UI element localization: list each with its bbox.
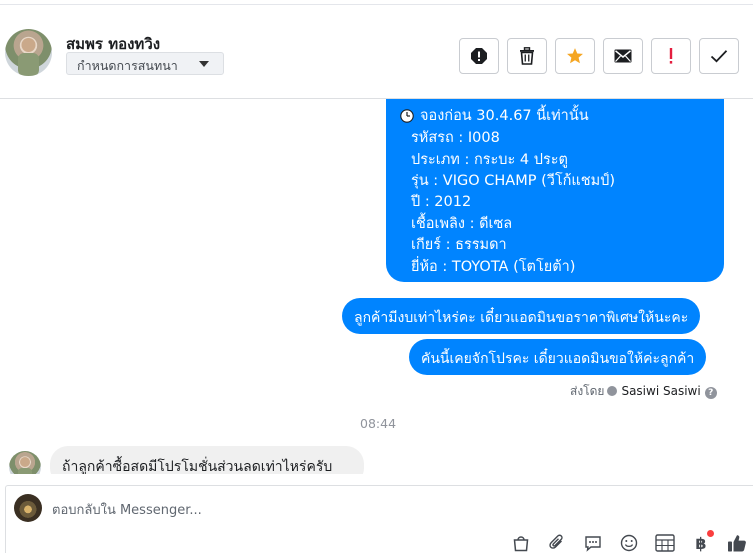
paperclip-icon	[549, 534, 563, 549]
sent-message-bubble: ลูกค้ามีงบเท่าไหร่คะ เดี๋ยวแอดมินขอราคาพ…	[342, 298, 701, 334]
saved-replies-button[interactable]	[582, 532, 604, 554]
shop-button[interactable]	[510, 532, 532, 554]
sent-by-name[interactable]: Sasiwi Sasiwi	[621, 384, 700, 398]
exclamation-icon	[669, 48, 673, 64]
message-thread[interactable]: จองก่อน 30.4.67 นี้เท่านั้น รหัสรถ : I00…	[0, 99, 753, 474]
deadline-line: จองก่อน 30.4.67 นี้เท่านั้น	[400, 104, 589, 127]
person-photo-icon	[18, 38, 39, 76]
spam-icon	[471, 48, 487, 64]
calculator-icon	[655, 534, 675, 552]
envelope-icon	[614, 49, 632, 63]
listing-message-bubble: จองก่อน 30.4.67 นี้เท่านั้น รหัสรถ : I00…	[386, 99, 724, 282]
follow-up-button[interactable]	[651, 38, 691, 74]
baht-icon: ฿	[695, 533, 707, 553]
sent-status-icon	[607, 386, 618, 396]
notification-dot	[707, 530, 714, 537]
caret-down-icon	[199, 61, 209, 67]
attach-button[interactable]	[546, 532, 568, 554]
deadline-text: จองก่อน 30.4.67 นี้เท่านั้น	[420, 108, 589, 124]
listing-line: ปี : 2012	[411, 194, 472, 210]
listing-line: เกียร์ : ธรรมดา	[411, 237, 507, 253]
checkmark-icon	[710, 50, 728, 63]
bag-icon	[513, 536, 529, 552]
sender-avatar[interactable]	[9, 451, 41, 474]
received-message-bubble: ถ้าลูกค้าซื้อสดมีโปรโมชั่นส่วนลดเท่าไหร่…	[50, 446, 364, 474]
mark-unread-button[interactable]	[603, 38, 643, 74]
message-timestamp: 08:44	[360, 416, 397, 431]
page-avatar	[14, 494, 42, 522]
delete-button[interactable]	[507, 38, 547, 74]
listing-line: รุ่น : VIGO CHAMP (วีโก้แชมป์)	[411, 173, 616, 189]
star-icon	[567, 48, 583, 64]
like-button[interactable]	[726, 532, 748, 554]
reply-input[interactable]	[52, 500, 552, 520]
reply-composer: ฿	[5, 485, 753, 553]
mark-done-button[interactable]	[699, 38, 739, 74]
person-photo-icon	[18, 457, 32, 474]
emoji-button[interactable]	[618, 532, 640, 554]
clock-icon	[400, 109, 414, 123]
listing-line: เชื้อเพลิง : ดีเซล	[411, 216, 513, 232]
calculator-button[interactable]	[654, 532, 676, 554]
listing-line: ประเภท : กระบะ 4 ประตู	[411, 152, 568, 168]
conversation-header: สมพร ทองทวิง กำหนดการสนทนา	[0, 5, 753, 99]
trash-icon	[520, 47, 534, 65]
thumbs-up-icon	[728, 535, 746, 552]
contact-avatar[interactable]	[5, 29, 52, 76]
emoji-icon	[620, 534, 638, 552]
listing-line: ยี่ห้อ : TOYOTA (โตโยต้า)	[411, 259, 576, 275]
listing-line: รหัสรถ : I008	[411, 130, 500, 146]
sent-by-label: ส่งโดย	[570, 384, 605, 398]
assign-conversation-button[interactable]: กำหนดการสนทนา	[66, 52, 224, 75]
help-icon[interactable]: ?	[704, 387, 717, 399]
star-button[interactable]	[555, 38, 595, 74]
sent-message-bubble: คันนี้เคยจักโปรคะ เดี๋ยวแอดมินขอให้ค่ะลู…	[409, 339, 707, 375]
mark-spam-button[interactable]	[459, 38, 499, 74]
sent-by-info: ส่งโดย Sasiwi Sasiwi?	[570, 382, 717, 401]
chat-bubble-icon	[585, 536, 601, 552]
assign-conversation-label: กำหนดการสนทนา	[77, 58, 178, 73]
